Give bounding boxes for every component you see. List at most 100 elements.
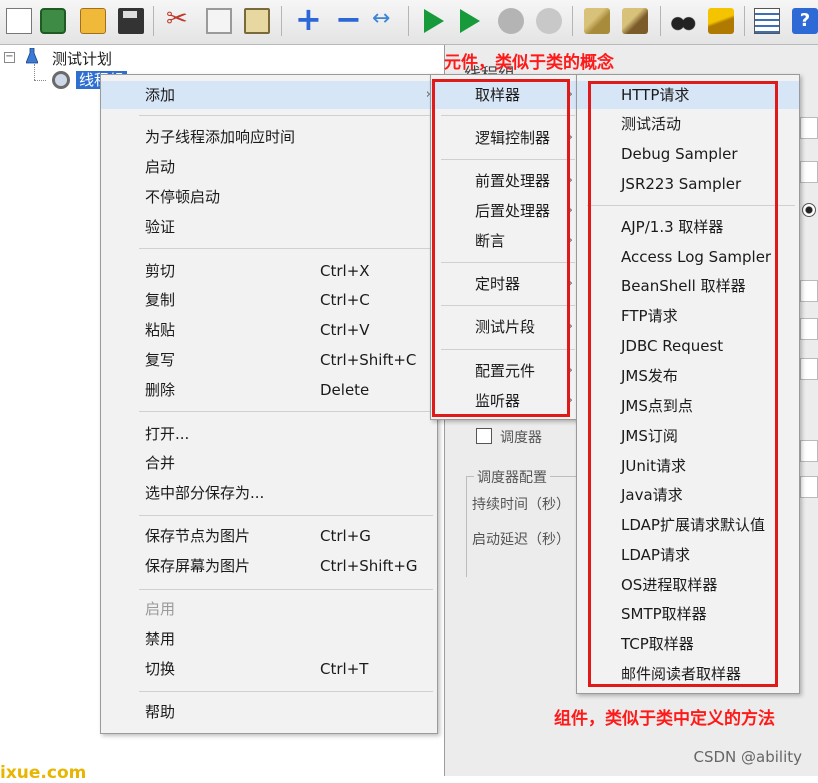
expand-icon[interactable]	[292, 0, 322, 38]
annotation-box-elements	[432, 79, 570, 417]
menu-separator	[139, 589, 433, 590]
menu-separator	[139, 411, 433, 412]
name-field[interactable]	[800, 117, 818, 139]
tree-connector	[34, 80, 46, 81]
menu-item-label: 启用	[145, 600, 176, 618]
menu-item-shortcut: Ctrl+V	[320, 321, 370, 339]
scheduler-config-group	[466, 476, 577, 577]
toolbar-separator	[660, 6, 661, 36]
scheduler-config-label: 调度器配置	[474, 467, 550, 487]
menu-item-enable: 启用	[101, 595, 437, 623]
clear-icon[interactable]	[584, 8, 610, 34]
menu-item-shortcut: Ctrl+Shift+G	[320, 557, 418, 575]
search-icon[interactable]	[670, 8, 696, 34]
shutdown-icon[interactable]	[536, 8, 562, 34]
delay-field[interactable]	[800, 476, 818, 498]
menu-item-label: 保存屏幕为图片	[145, 557, 251, 575]
menu-item-cut[interactable]: 剪切 Ctrl+X	[101, 257, 437, 285]
templates-icon[interactable]	[40, 8, 66, 34]
annotation-bottom-note: 组件，类似于类中定义的方法	[554, 709, 775, 729]
menu-item-label: 保存节点为图片	[145, 527, 251, 545]
loop-field[interactable]	[800, 358, 818, 380]
toolbar-separator	[744, 6, 745, 36]
reset-search-icon[interactable]	[708, 8, 734, 34]
menu-item-paste[interactable]: 粘贴 Ctrl+V	[101, 316, 437, 344]
annotation-box-components	[588, 81, 778, 687]
menu-item-label: 切换	[145, 660, 176, 678]
toolbar-separator	[153, 6, 154, 36]
function-helper-icon[interactable]	[754, 8, 780, 34]
menu-item-save-selection-as[interactable]: 选中部分保存为...	[101, 479, 437, 507]
new-icon[interactable]	[6, 8, 32, 34]
menu-item-label: 复写	[145, 351, 176, 369]
menu-item-label: 复制	[145, 291, 176, 309]
menu-item-disable[interactable]: 禁用	[101, 625, 437, 653]
menu-item-label: 为子线程添加响应时间	[145, 128, 296, 146]
duration-field[interactable]	[800, 440, 818, 462]
radio-button[interactable]	[802, 203, 816, 217]
menu-item-save-screen-image[interactable]: 保存屏幕为图片 Ctrl+Shift+G	[101, 552, 437, 580]
menu-item-label: 选中部分保存为...	[145, 484, 265, 502]
start-no-pauses-icon[interactable]	[460, 9, 480, 33]
menu-item-label: 添加	[145, 86, 176, 104]
menu-item-label: 禁用	[145, 630, 176, 648]
menu-item-start-no-pauses[interactable]: 不停顿启动	[101, 183, 437, 211]
menu-item-save-node-image[interactable]: 保存节点为图片 Ctrl+G	[101, 522, 437, 550]
menu-item-label: 剪切	[145, 262, 176, 280]
test-plan-icon	[26, 48, 38, 64]
menu-item-copy[interactable]: 复制 Ctrl+C	[101, 286, 437, 314]
menu-item-label: 合并	[145, 454, 176, 472]
menu-separator	[139, 248, 433, 249]
menu-separator	[139, 515, 433, 516]
tree-item-test-plan[interactable]: 测试计划	[52, 49, 112, 69]
toggle-icon[interactable]	[370, 6, 396, 34]
scheduler-label: 调度器	[500, 430, 542, 446]
menu-item-label: 粘贴	[145, 321, 176, 339]
menu-item-start[interactable]: 启动	[101, 153, 437, 181]
rampup-field[interactable]	[800, 318, 818, 340]
thread-group-icon	[52, 71, 70, 89]
menu-item-shortcut: Ctrl+T	[320, 660, 369, 678]
cut-icon[interactable]	[166, 4, 192, 34]
annotation-top-note: 元件，类似于类的概念	[444, 53, 614, 73]
menu-item-toggle[interactable]: 切换 Ctrl+T	[101, 655, 437, 683]
menu-item-label: 打开...	[145, 425, 190, 443]
menu-item-shortcut: Ctrl+X	[320, 262, 370, 280]
menu-item-shortcut: Ctrl+C	[320, 291, 370, 309]
clear-all-icon[interactable]	[622, 8, 648, 34]
context-menu: 添加 › 为子线程添加响应时间 启动 不停顿启动 验证 剪切 Ctrl+X 复制…	[100, 74, 438, 734]
menu-item-shortcut: Ctrl+G	[320, 527, 371, 545]
open-icon[interactable]	[80, 8, 106, 34]
help-icon[interactable]: ?	[792, 8, 818, 34]
paste-icon[interactable]	[244, 8, 270, 34]
menu-item-help[interactable]: 帮助	[101, 698, 437, 726]
menu-item-label: 启动	[145, 158, 176, 176]
copy-icon[interactable]	[206, 8, 232, 34]
menu-item-duplicate[interactable]: 复写 Ctrl+Shift+C	[101, 346, 437, 374]
menu-item-label: 删除	[145, 381, 176, 399]
menu-item-delete[interactable]: 删除 Delete	[101, 376, 437, 404]
start-icon[interactable]	[424, 9, 444, 33]
menu-item-validate[interactable]: 验证	[101, 213, 437, 241]
menu-item-shortcut: Delete	[320, 381, 370, 399]
collapse-icon[interactable]	[332, 0, 362, 38]
threads-field[interactable]	[800, 280, 818, 302]
duration-label: 持续时间（秒）	[472, 497, 570, 513]
collapse-toggle[interactable]: −	[4, 52, 15, 63]
menu-item-merge[interactable]: 合并	[101, 449, 437, 477]
toolbar-separator	[572, 6, 573, 36]
menu-separator	[139, 115, 433, 116]
scheduler-checkbox[interactable]	[476, 428, 492, 444]
save-icon[interactable]	[118, 8, 144, 34]
stop-icon[interactable]	[498, 8, 524, 34]
menu-item-add[interactable]: 添加 ›	[101, 81, 437, 109]
menu-item-open[interactable]: 打开...	[101, 420, 437, 448]
tree-connector	[34, 64, 35, 80]
watermark-bottom-left: ixue.com	[0, 763, 87, 783]
comment-field[interactable]	[800, 161, 818, 183]
tree-item-label: 测试计划	[52, 50, 113, 68]
menu-item-label: 验证	[145, 218, 176, 236]
menu-item-add-response-time[interactable]: 为子线程添加响应时间	[101, 123, 437, 151]
menu-item-label: 不停顿启动	[145, 188, 221, 206]
toolbar: ?	[0, 0, 818, 45]
